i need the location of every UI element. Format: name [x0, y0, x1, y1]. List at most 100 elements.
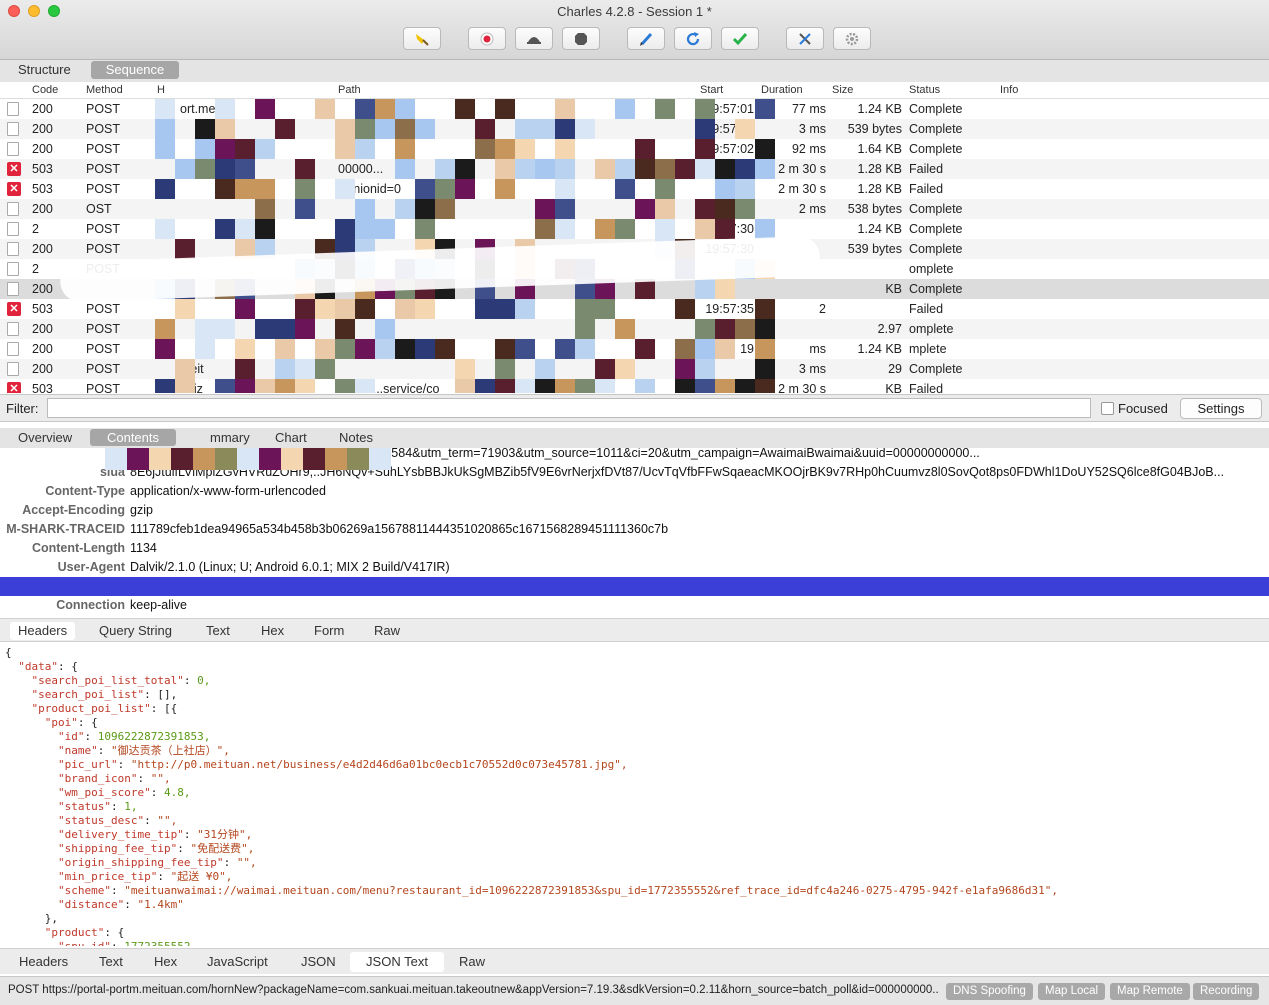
cell-start: 57:28	[722, 182, 754, 196]
tab-structure[interactable]: Structure	[10, 61, 79, 79]
settings-button[interactable]	[833, 27, 871, 50]
header-row[interactable]: Connection keep-alive	[0, 596, 1269, 615]
mosaic-block	[237, 448, 259, 470]
header-row[interactable]: Accept-Encoding gzip	[0, 501, 1269, 520]
tab-response-text[interactable]: Text	[91, 952, 131, 972]
recording-button[interactable]: Recording	[1193, 983, 1260, 1000]
mosaic-block	[281, 448, 303, 470]
tab-sequence[interactable]: Sequence	[91, 61, 179, 79]
column-code[interactable]: Code	[32, 84, 58, 96]
cell-start: 19	[740, 342, 754, 356]
table-row[interactable]: 200 POST dal.mei 19 ms 1.24 KB mplete	[0, 339, 1269, 359]
cell-status: Complete	[909, 242, 963, 256]
column-size[interactable]: Size	[832, 84, 853, 96]
cell-method: OST	[86, 202, 112, 216]
tab-response-json-text[interactable]: JSON Text	[350, 952, 444, 972]
record-button[interactable]	[468, 27, 506, 50]
mosaic-block	[171, 448, 193, 470]
failed-icon: ✕	[7, 302, 21, 316]
mosaic-block	[259, 448, 281, 470]
cell-method: POST	[86, 142, 121, 156]
tab-chart[interactable]: Chart	[269, 429, 313, 446]
tab-notes[interactable]: Notes	[333, 429, 379, 446]
tab-response-javascript[interactable]: JavaScript	[199, 952, 276, 972]
tools-button[interactable]	[786, 27, 824, 50]
column-path[interactable]: Path	[338, 84, 361, 96]
filter-label: Filter:	[6, 401, 39, 416]
tab-response-raw[interactable]: Raw	[451, 952, 493, 972]
table-row[interactable]: ✕ 503 POST 00000... 19:57:13 2 m 30 s 1.28 KB F…	[0, 159, 1269, 179]
header-key: User-Agent	[57, 560, 125, 574]
table-row[interactable]: 200 POST ort.meitu 19:57:01 77 ms 1.24 KB Comp…	[0, 99, 1269, 119]
validate-button[interactable]	[721, 27, 759, 50]
table-row[interactable]: ✕ 503 POST 19:57:35 2 Failed	[0, 299, 1269, 319]
tab-response-hex[interactable]: Hex	[146, 952, 185, 972]
tab-request-raw[interactable]: Raw	[366, 622, 408, 640]
throttle-button[interactable]	[515, 27, 553, 50]
json-line: "spu_id": 1772355552,	[5, 940, 1269, 946]
tab-request-text[interactable]: Text	[198, 622, 238, 640]
tab-request-form[interactable]: Form	[306, 622, 352, 640]
cell-status: omplete	[909, 262, 954, 276]
repeat-button[interactable]	[674, 27, 712, 50]
table-row[interactable]: 200 POST/player/inne 19:57:01 3 ms 539 bytes…	[0, 119, 1269, 139]
cell-status: omplete	[909, 322, 954, 336]
tab-query-string[interactable]: Query String	[91, 622, 180, 640]
tab-summary[interactable]: mmary	[204, 429, 256, 446]
table-row[interactable]: 2 POST 19:57:30 1.24 KB Complete	[0, 219, 1269, 239]
tab-overview[interactable]: Overview	[12, 429, 78, 446]
table-row[interactable]: 2 POST omplete	[0, 259, 1269, 279]
tab-request-hex[interactable]: Hex	[253, 622, 292, 640]
table-row[interactable]: ✕ 503 POST &unionid=0 57:28 2 m 30 s 1.28 KB Fa…	[0, 179, 1269, 199]
table-row[interactable]: 200 POST 19:57:30 539 bytes Complete	[0, 239, 1269, 259]
column-method[interactable]: Method	[86, 84, 123, 96]
header-row[interactable]: M-SHARK-TRACEID 111789cfeb1dea94965a534b4…	[0, 520, 1269, 539]
table-row[interactable]: ✕ 503 POST t.diz/broke...service/co 19:58:1 2…	[0, 379, 1269, 393]
column-duration[interactable]: Duration	[761, 84, 803, 96]
settings-icon	[845, 32, 859, 45]
column-info[interactable]: Info	[1000, 84, 1018, 96]
cell-size: 2.97	[877, 322, 902, 336]
json-line: "shipping_fee_tip": "免配送费",	[57, 842, 255, 855]
cell-size: 1.28 KB	[857, 162, 902, 176]
tab-contents[interactable]: Contents	[90, 429, 176, 446]
column-start[interactable]: Start	[700, 84, 723, 96]
cell-start: 19:57:01	[705, 122, 754, 136]
response-json-text[interactable]: { "data": { "search_poi_list_total": 0, …	[0, 646, 1269, 946]
tab-request-headers[interactable]: Headers	[10, 622, 76, 640]
header-key: Content-Type	[45, 484, 125, 498]
header-row[interactable]	[0, 577, 1269, 596]
clear-session-button[interactable]	[403, 27, 441, 50]
map-local-button[interactable]: Map Local	[1038, 983, 1106, 1000]
cell-path: /player/inne	[338, 122, 403, 136]
header-row[interactable]: Content-Type application/x-www-form-urlen…	[0, 482, 1269, 501]
table-row[interactable]: 200 OST 2 ms 538 bytes Complete	[0, 199, 1269, 219]
column-host[interactable]: H	[157, 84, 165, 96]
table-row[interactable]: 200 POST 19:57:37 2.97 omplete	[0, 319, 1269, 339]
table-row[interactable]: 200 POST meit 3 ms 29 Complete	[0, 359, 1269, 379]
breakpoints-button[interactable]	[562, 27, 600, 50]
dns-spoofing-button[interactable]: DNS Spoofing	[946, 983, 1033, 1000]
filter-settings-button[interactable]: Settings	[1180, 398, 1262, 419]
header-value: application/x-www-form-urlencoded	[130, 484, 326, 498]
title-bar: Charles 4.2.8 - Session 1 *	[0, 0, 1269, 60]
tab-response-json[interactable]: JSON	[293, 952, 344, 972]
cell-method: POST	[86, 362, 121, 376]
focused-checkbox[interactable]	[1101, 402, 1114, 415]
map-remote-button[interactable]: Map Remote	[1110, 983, 1190, 1000]
table-row[interactable]: 200 KB Complete	[0, 279, 1269, 299]
cell-duration: ms	[809, 342, 826, 356]
header-key: Content-Length	[31, 541, 125, 555]
cell-method: POST	[86, 342, 121, 356]
tab-response-headers[interactable]: Headers	[11, 952, 76, 972]
json-line: "scheme": "meituanwaimai://waimai.meitua…	[57, 884, 1058, 897]
header-row[interactable]: Content-Length 1134	[0, 539, 1269, 558]
filter-input[interactable]	[47, 398, 1091, 418]
document-icon	[7, 262, 19, 276]
cell-method: POST	[86, 242, 121, 256]
column-status[interactable]: Status	[909, 84, 940, 96]
json-line: "distance": "1.4km"	[57, 898, 184, 911]
compose-button[interactable]	[627, 27, 665, 50]
table-row[interactable]: 200 POST / 19:57:02 92 ms 1.64 KB Complete	[0, 139, 1269, 159]
header-row[interactable]: User-Agent Dalvik/2.1.0 (Linux; U; Androi…	[0, 558, 1269, 577]
